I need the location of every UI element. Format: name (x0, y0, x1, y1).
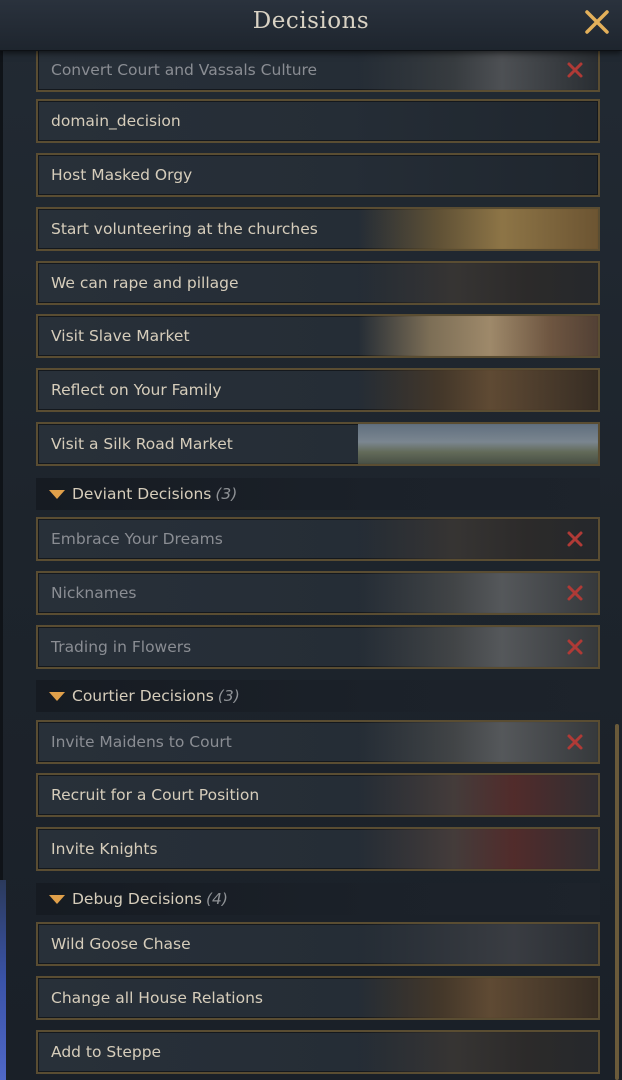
decision-illustration (358, 978, 598, 1018)
decision-illustration (358, 627, 598, 667)
decision-illustration (358, 263, 598, 303)
group-title: Deviant Decisions (3) (72, 485, 238, 503)
close-icon[interactable] (582, 7, 612, 37)
decision-row[interactable]: Invite Knights (36, 827, 600, 871)
decision-row[interactable]: Trading in Flowers (36, 625, 600, 669)
group-count: (3) (215, 485, 238, 503)
decision-row[interactable]: Wild Goose Chase (36, 922, 600, 966)
decision-label: Embrace Your Dreams (51, 530, 223, 548)
decision-row[interactable]: Convert Court and Vassals Culture (36, 48, 600, 92)
decision-label: Wild Goose Chase (51, 935, 191, 953)
decision-label: Convert Court and Vassals Culture (51, 61, 318, 79)
decision-label: Add to Steppe (51, 1043, 162, 1061)
decision-row[interactable]: domain_decision (36, 99, 600, 143)
decision-illustration (358, 50, 598, 90)
decision-label: Reflect on Your Family (51, 381, 222, 399)
decision-illustration (358, 722, 598, 762)
decision-label: Invite Knights (51, 840, 158, 858)
decision-label: Nicknames (51, 584, 137, 602)
group-count: (4) (205, 890, 228, 908)
decision-label: Host Masked Orgy (51, 166, 193, 184)
window-title: Decisions (252, 8, 370, 34)
unavailable-x-icon (567, 585, 583, 601)
decision-label: Invite Maidens to Court (51, 733, 232, 751)
group-header-courtier[interactable]: Courtier Decisions (3) (36, 680, 600, 712)
decision-row[interactable]: Invite Maidens to Court (36, 720, 600, 764)
decision-label: Visit Slave Market (51, 327, 190, 345)
decision-illustration (358, 829, 598, 869)
group-count: (3) (217, 687, 240, 705)
decision-row[interactable]: Add to Steppe (36, 1030, 600, 1074)
decision-illustration (358, 370, 598, 410)
group-header-deviant[interactable]: Deviant Decisions (3) (36, 478, 600, 510)
decision-illustration (358, 316, 598, 356)
decision-illustration (358, 775, 598, 815)
decision-row[interactable]: Embrace Your Dreams (36, 517, 600, 561)
decision-row[interactable]: Nicknames (36, 571, 600, 615)
decision-row[interactable]: We can rape and pillage (36, 261, 600, 305)
expand-triangle-icon (49, 895, 65, 904)
decision-row[interactable]: Recruit for a Court Position (36, 773, 600, 817)
decision-illustration (358, 209, 598, 249)
scrollbar[interactable] (615, 724, 619, 1080)
decision-label: Change all House Relations (51, 989, 263, 1007)
group-title: Courtier Decisions (3) (72, 687, 240, 705)
decision-label: Trading in Flowers (51, 638, 192, 656)
decision-row[interactable]: Visit a Silk Road Market (36, 422, 600, 466)
decision-row[interactable]: Host Masked Orgy (36, 153, 600, 197)
decision-illustration (358, 519, 598, 559)
expand-triangle-icon (49, 692, 65, 701)
decision-row[interactable]: Visit Slave Market (36, 314, 600, 358)
decision-row[interactable]: Start volunteering at the churches (36, 207, 600, 251)
decision-illustration (358, 424, 598, 464)
unavailable-x-icon (567, 639, 583, 655)
unavailable-x-icon (567, 531, 583, 547)
group-header-debug[interactable]: Debug Decisions (4) (36, 883, 600, 915)
decision-list: Convert Court and Vassals Culture domain… (0, 0, 622, 1080)
decision-label: domain_decision (51, 112, 181, 130)
unavailable-x-icon (567, 734, 583, 750)
decision-illustration (358, 1032, 598, 1072)
decision-label: We can rape and pillage (51, 274, 239, 292)
decision-label: Visit a Silk Road Market (51, 435, 233, 453)
decision-row[interactable]: Change all House Relations (36, 976, 600, 1020)
unavailable-x-icon (567, 62, 583, 78)
decision-illustration (358, 573, 598, 613)
decision-row[interactable]: Reflect on Your Family (36, 368, 600, 412)
decision-label: Recruit for a Court Position (51, 786, 260, 804)
decision-illustration (358, 924, 598, 964)
window-header: Decisions (0, 0, 622, 51)
decision-label: Start volunteering at the churches (51, 220, 318, 238)
group-title: Debug Decisions (4) (72, 890, 228, 908)
expand-triangle-icon (49, 490, 65, 499)
